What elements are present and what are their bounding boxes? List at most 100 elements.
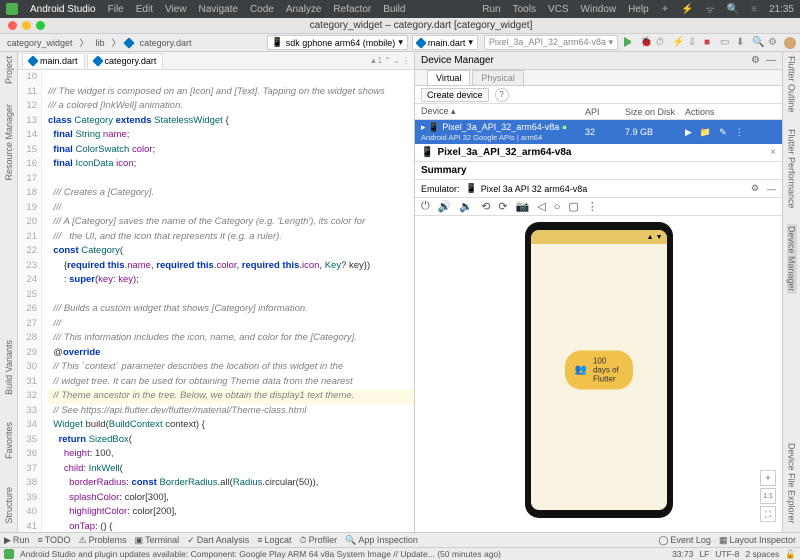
avd-manager-icon[interactable]: ▭ [720, 37, 730, 47]
breadcrumb-folder[interactable]: lib [93, 37, 108, 49]
run-button-icon[interactable] [624, 37, 634, 47]
clock: 21:35 [769, 4, 794, 15]
tool-problems[interactable]: ⚠ Problems [79, 535, 127, 546]
tool-profiler[interactable]: ⏱ Profiler [300, 535, 338, 546]
close-emulator-icon[interactable]: × [770, 147, 776, 158]
col-size[interactable]: Size on Disk [625, 107, 685, 117]
debug-button-icon[interactable]: 🐞 [640, 37, 650, 47]
play-device-icon[interactable]: ▶ [685, 127, 692, 138]
create-device-button[interactable]: Create device [421, 88, 489, 102]
tool-build-variants[interactable]: Build Variants [4, 340, 14, 395]
phone-screen[interactable]: ▲▼ 👥 100 days of Flutter [531, 230, 667, 510]
zoom-fit-icon[interactable]: ⛶ [760, 506, 776, 522]
hide-panel-icon[interactable]: — [766, 55, 776, 66]
menu-file[interactable]: File [108, 4, 124, 15]
file-encoding[interactable]: UTF-8 [715, 549, 739, 559]
editor-tab-main[interactable]: main.dart [22, 53, 85, 68]
menu-analyze[interactable]: Analyze [286, 4, 322, 15]
tool-dart-analysis[interactable]: ✓ Dart Analysis [187, 535, 249, 546]
caret-position[interactable]: 33:73 [672, 549, 693, 559]
zoom-in-icon[interactable]: + [760, 470, 776, 486]
indent-settings[interactable]: 2 spaces [745, 549, 779, 559]
minimize-window-icon[interactable] [22, 21, 31, 30]
col-device[interactable]: Device ▴ [415, 106, 585, 117]
menu-edit[interactable]: Edit [136, 4, 153, 15]
tool-flutter-outline[interactable]: Flutter Outline [787, 56, 797, 113]
menu-build[interactable]: Build [383, 4, 405, 15]
line-separator[interactable]: LF [699, 549, 709, 559]
back-nav-icon[interactable]: ◁ [537, 200, 545, 213]
menu-tools[interactable]: Tools [513, 4, 536, 15]
tool-run[interactable]: ▶ Run [4, 535, 29, 546]
volume-up-icon[interactable]: 🔊 [438, 200, 452, 213]
help-icon[interactable]: ? [495, 88, 509, 102]
tool-structure[interactable]: Structure [4, 487, 14, 524]
rotate-right-icon[interactable]: ⟳ [498, 200, 507, 213]
tool-terminal[interactable]: ▣ Terminal [135, 535, 180, 546]
tool-todo[interactable]: ≡ TODO [37, 535, 70, 545]
breadcrumb[interactable]: category_widget 〉 lib 〉 category.dart [4, 36, 194, 49]
tool-event-log[interactable]: ◯ Event Log [658, 535, 711, 546]
code-body[interactable]: /// The widget is composed on an [Icon] … [42, 70, 414, 532]
breadcrumb-file[interactable]: category.dart [137, 37, 195, 49]
hot-reload-icon[interactable]: ⚡ [672, 37, 682, 47]
menu-run[interactable]: Run [482, 4, 500, 15]
tab-virtual[interactable]: Virtual [427, 70, 470, 85]
menu-help[interactable]: Help [628, 4, 649, 15]
device-target-selector[interactable]: 📱 sdk gphone arm64 (mobile) ▾ [267, 35, 408, 50]
more-icon[interactable]: ⋮ [587, 200, 598, 213]
search-everywhere-icon[interactable]: 🔍 [752, 37, 762, 47]
tool-project[interactable]: Project [4, 56, 14, 84]
menu-window[interactable]: Window [581, 4, 617, 15]
more-menu-icon[interactable]: ⋮ [735, 127, 744, 138]
tool-layout-inspector[interactable]: ▦ Layout Inspector [719, 535, 796, 546]
gear-icon[interactable]: ⚙ [751, 183, 759, 194]
update-indicator-icon[interactable] [4, 549, 14, 559]
profile-button-icon[interactable]: ⏱ [656, 37, 666, 47]
tool-flutter-performance[interactable]: Flutter Performance [787, 129, 797, 209]
tool-app-inspection[interactable]: 🔍 App Inspection [345, 535, 418, 546]
tool-device-file-explorer[interactable]: Device File Explorer [787, 443, 797, 524]
screenshot-icon[interactable]: 📷 [516, 200, 530, 213]
maximize-window-icon[interactable] [36, 21, 45, 30]
edit-device-icon[interactable]: ✎ [719, 127, 727, 138]
run-config-selector[interactable]: main.dart ▾ [412, 35, 478, 50]
attach-debugger-icon[interactable]: ⇩ [688, 37, 698, 47]
menu-view[interactable]: View [165, 4, 187, 15]
tool-device-manager[interactable]: Device Manager [787, 224, 797, 294]
recent-device-selector[interactable]: Pixel_3a_API_32_arm64-v8a ▾ [484, 35, 618, 50]
menu-code[interactable]: Code [250, 4, 274, 15]
avatar-icon[interactable] [784, 37, 796, 49]
power-icon[interactable]: ⏻ [421, 200, 430, 213]
gear-icon[interactable]: ⚙ [768, 37, 778, 47]
close-window-icon[interactable] [8, 21, 17, 30]
stop-button-icon[interactable]: ■ [704, 37, 714, 47]
sdk-manager-icon[interactable]: ⬇ [736, 37, 746, 47]
menu-navigate[interactable]: Navigate [198, 4, 237, 15]
folder-icon[interactable]: 📁 [700, 127, 711, 138]
inspections-widget[interactable]: ▲1 ⌃ ⌄ ⋮ [370, 56, 410, 65]
menu-refactor[interactable]: Refactor [333, 4, 371, 15]
rotate-left-icon[interactable]: ⟲ [481, 200, 490, 213]
volume-down-icon[interactable]: 🔉 [459, 200, 473, 213]
read-only-icon[interactable]: 🔓 [785, 549, 796, 560]
window-title: category_widget – category.dart [categor… [50, 20, 792, 31]
device-row[interactable]: ▸ 📱Pixel_3a_API_32_arm64-v8a ● Android A… [415, 120, 782, 144]
tool-resource-manager[interactable]: Resource Manager [4, 104, 14, 181]
code-editor[interactable]: 10 11 12 13 14 15 16 17 18 19 20 21 22 2… [18, 70, 414, 532]
editor-tab-category[interactable]: category.dart [87, 53, 164, 69]
zoom-reset-icon[interactable]: 1:1 [760, 488, 776, 504]
menu-vcs[interactable]: VCS [548, 4, 569, 15]
tool-logcat[interactable]: ≡ Logcat [257, 535, 291, 545]
tab-physical[interactable]: Physical [472, 70, 524, 85]
status-message[interactable]: Android Studio and plugin updates availa… [20, 549, 501, 559]
home-nav-icon[interactable]: ○ [554, 201, 561, 213]
overview-nav-icon[interactable]: ▢ [568, 200, 578, 213]
breadcrumb-project[interactable]: category_widget [4, 37, 76, 49]
gear-icon[interactable]: ⚙ [751, 55, 760, 66]
hide-icon[interactable]: — [767, 184, 776, 194]
tool-favorites[interactable]: Favorites [4, 422, 14, 459]
category-chip[interactable]: 👥 100 days of Flutter [565, 351, 633, 390]
chip-text: 100 days of Flutter [593, 357, 623, 384]
col-api[interactable]: API [585, 107, 625, 117]
